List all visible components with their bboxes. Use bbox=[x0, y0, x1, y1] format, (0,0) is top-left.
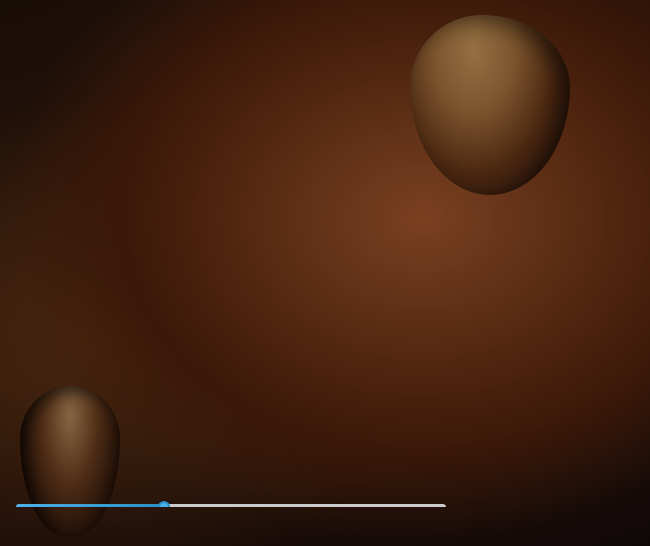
output-section: Output Preview ⏮ bbox=[9, 294, 453, 507]
main-content: Original Preview Output Preview bbox=[1, 67, 649, 507]
main-window: ✎ Edit ✕ arthurandther... Rotate 3D Crop… bbox=[0, 0, 650, 546]
progress-thumb[interactable] bbox=[158, 501, 170, 507]
output-video-frame bbox=[9, 310, 453, 495]
output-preview bbox=[9, 310, 453, 495]
progress-bar[interactable] bbox=[16, 504, 446, 507]
progress-fill bbox=[16, 504, 167, 507]
left-panel: Original Preview Output Preview bbox=[1, 67, 461, 507]
